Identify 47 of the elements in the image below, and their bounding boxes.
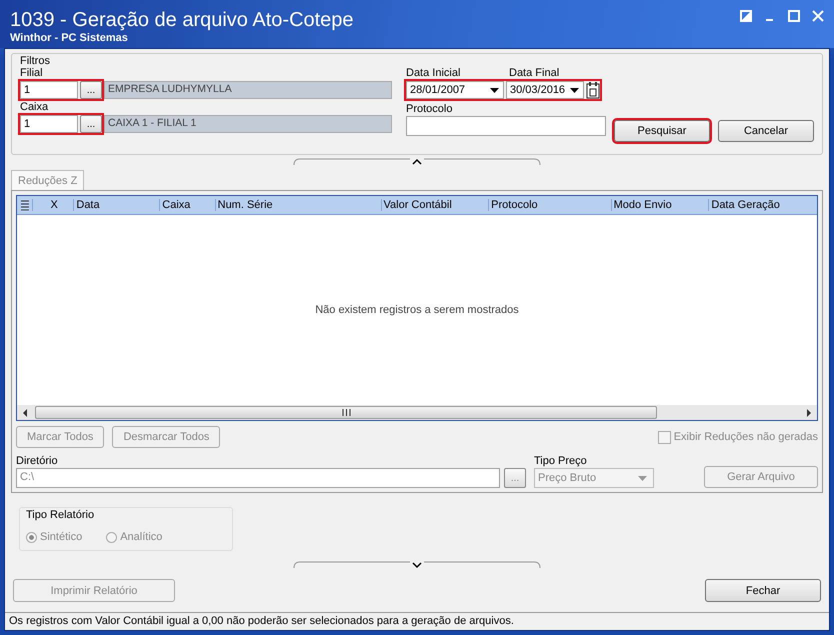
scroll-left-icon[interactable] (21, 408, 29, 416)
calendar-icon[interactable] (586, 81, 600, 99)
grip-icon (342, 409, 350, 416)
field-label: Filial (20, 67, 44, 80)
collapse-handle-icon[interactable] (292, 158, 542, 166)
description-field: EMPRESA LUDHYMYLLA (104, 81, 392, 99)
expand-handle-icon[interactable] (292, 561, 542, 569)
close-icon[interactable] (812, 10, 824, 22)
window-title: 1039 - Geração de arquivo Ato-Cotepe (10, 8, 354, 32)
lookup-button[interactable]: ... (80, 81, 102, 99)
caret-icon (570, 88, 579, 92)
window-subtitle: Winthor - PC Sistemas (10, 32, 129, 44)
action-button[interactable]: Cancelar (718, 120, 814, 142)
column-header[interactable]: Valor Contábil (380, 199, 488, 211)
lookup-button[interactable]: ... (80, 115, 102, 133)
field-label: Caixa (20, 101, 50, 114)
field-label: Protocolo (406, 103, 454, 116)
column-header[interactable]: Num. Série (214, 199, 381, 211)
restore-icon[interactable] (740, 10, 752, 22)
field-label: Tipo Preço (534, 455, 588, 468)
scroll-right-icon[interactable] (805, 408, 813, 416)
date-picker[interactable]: 28/01/2007 (406, 81, 504, 99)
protocol-field[interactable] (406, 116, 606, 136)
group-title: Tipo Relatório (26, 509, 94, 521)
column-header[interactable]: Protocolo (488, 199, 611, 211)
code-field[interactable]: 1 (20, 81, 78, 99)
column-chooser-icon[interactable] (20, 199, 30, 211)
group-title: Filtros (20, 55, 50, 67)
description-field: CAIXA 1 - FILIAL 1 (104, 115, 392, 133)
column-header[interactable]: X (32, 199, 74, 211)
column-header[interactable]: Data (73, 199, 160, 211)
maximize-icon[interactable] (788, 10, 800, 22)
column-header[interactable]: Caixa (159, 199, 215, 211)
caret-icon (490, 88, 499, 92)
date-picker[interactable]: 30/03/2016 (506, 81, 584, 99)
horizontal-scrollbar[interactable] (17, 405, 817, 420)
column-header[interactable]: Data Geração (708, 199, 817, 211)
field-label: Data Final (509, 67, 560, 80)
action-button[interactable]: Pesquisar (614, 120, 710, 142)
column-header[interactable]: Modo Envio (610, 199, 708, 211)
code-field[interactable]: 1 (20, 115, 78, 133)
empty-message: Não existem registros a serem mostrados (315, 304, 519, 316)
field-label: Data Inicial (406, 67, 462, 80)
footer-button[interactable]: Fechar (705, 579, 821, 602)
field-label: Diretório (16, 455, 59, 468)
directory-field[interactable]: C:\ (16, 468, 500, 488)
caret-icon (638, 476, 647, 480)
